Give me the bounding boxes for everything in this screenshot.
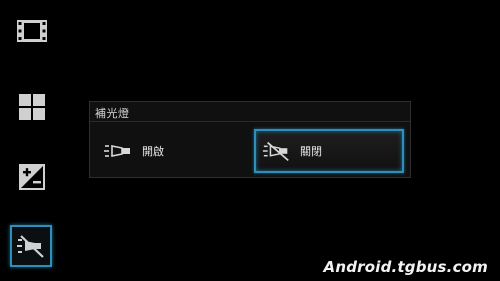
flash-mode-button[interactable] bbox=[10, 225, 52, 267]
flash-on-label: 開啟 bbox=[142, 145, 164, 158]
flash-on-option[interactable]: 開啟 bbox=[98, 129, 248, 173]
watermark: Android.tgbus.com bbox=[323, 258, 488, 276]
flash-off-option[interactable]: 關閉 bbox=[254, 129, 404, 173]
panel-divider bbox=[90, 121, 410, 122]
flash-off-icon bbox=[17, 235, 44, 258]
flash-off-label: 關閉 bbox=[300, 145, 322, 158]
film-icon bbox=[17, 20, 47, 42]
grid-icon bbox=[19, 94, 45, 120]
panel-title: 補光燈 bbox=[95, 107, 130, 120]
flash-settings-panel: 補光燈 開啟 關閉 bbox=[89, 101, 411, 178]
exposure-icon bbox=[19, 164, 45, 190]
camera-screen: 補光燈 開啟 關閉 Android.tgbus.com bbox=[0, 0, 500, 281]
flash-off-icon bbox=[262, 140, 292, 162]
exposure-button[interactable] bbox=[13, 158, 51, 196]
grid-mode-button[interactable] bbox=[13, 88, 51, 126]
flash-on-icon bbox=[104, 140, 134, 162]
video-mode-button[interactable] bbox=[13, 12, 51, 50]
